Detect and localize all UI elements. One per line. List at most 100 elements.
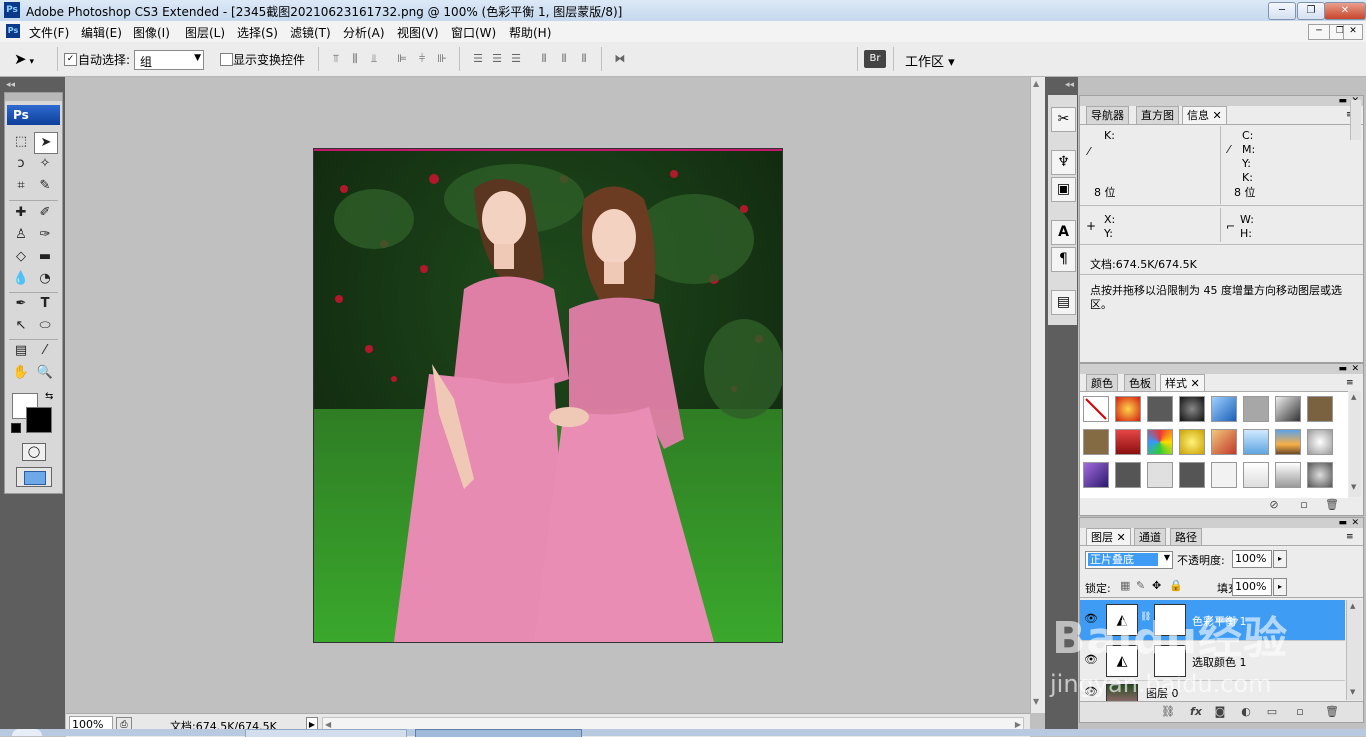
layer-name[interactable]: 图层 0 xyxy=(1146,685,1179,701)
clone-source-icon[interactable]: ▣ xyxy=(1051,177,1076,202)
scroll-down-icon[interactable]: ▼ xyxy=(1350,688,1355,696)
background-color-swatch[interactable] xyxy=(26,407,52,433)
ellipse-tool-icon[interactable]: ⬭ xyxy=(34,316,56,336)
show-transform-checkbox[interactable] xyxy=(220,53,233,66)
close-icon[interactable]: ✕ xyxy=(1113,531,1125,544)
eraser-tool-icon[interactable]: ◇ xyxy=(10,247,32,267)
layer-mask-thumbnail[interactable] xyxy=(1154,604,1186,636)
tab-swatches[interactable]: 色板 xyxy=(1124,374,1156,392)
align-top-icon[interactable]: ⫪ xyxy=(328,52,344,66)
style-swatch[interactable] xyxy=(1211,462,1237,488)
style-swatch[interactable] xyxy=(1115,396,1141,422)
align-vcenter-icon[interactable]: ⫼ xyxy=(347,52,363,66)
tab-info[interactable]: 信息 ✕ xyxy=(1182,106,1227,124)
style-swatch[interactable] xyxy=(1179,462,1205,488)
style-swatch[interactable] xyxy=(1307,396,1333,422)
move-tool-icon[interactable]: ➤ xyxy=(34,132,58,154)
style-swatch[interactable] xyxy=(1307,462,1333,488)
brushes-icon[interactable]: ♆ xyxy=(1051,150,1076,175)
layer-style-icon[interactable]: fx xyxy=(1188,705,1204,719)
style-swatch[interactable] xyxy=(1243,429,1269,455)
path-selection-tool-icon[interactable]: ↖ xyxy=(10,316,32,336)
tab-paths[interactable]: 路径 xyxy=(1170,528,1202,546)
workspace-menu[interactable]: 工作区 ▾ xyxy=(905,51,955,70)
start-button[interactable] xyxy=(12,729,42,736)
menu-edit[interactable]: 编辑(E) xyxy=(81,24,122,41)
paragraph-icon[interactable]: ¶ xyxy=(1051,247,1076,272)
scroll-down-icon[interactable]: ▼ xyxy=(1351,483,1356,491)
style-swatch[interactable] xyxy=(1179,429,1205,455)
clone-stamp-tool-icon[interactable]: ♙ xyxy=(10,225,32,245)
doc-minimize-button[interactable]: ─ xyxy=(1308,24,1330,40)
eyedropper-tool-icon[interactable]: ⁄ xyxy=(34,341,56,361)
menu-window[interactable]: 窗口(W) xyxy=(451,24,496,41)
blend-mode-dropdown[interactable]: 正片叠底 ▼ xyxy=(1085,551,1173,569)
dodge-tool-icon[interactable]: ◔ xyxy=(34,269,56,289)
auto-select-dropdown[interactable]: 组 ▼ xyxy=(134,50,204,70)
hand-tool-icon[interactable]: ✋ xyxy=(10,363,32,383)
crop-tool-icon[interactable]: ⌗ xyxy=(10,176,32,196)
fill-slider-icon[interactable]: ▸ xyxy=(1273,578,1287,596)
eye-icon[interactable]: 👁 xyxy=(1084,612,1098,625)
layer-row[interactable]: 👁 图层 0 xyxy=(1080,680,1345,701)
tool-presets-icon[interactable]: ✂ xyxy=(1051,107,1076,132)
auto-select-checkbox[interactable]: ✓ xyxy=(64,53,77,66)
style-none-swatch[interactable] xyxy=(1083,396,1109,422)
lasso-tool-icon[interactable]: ↄ xyxy=(10,154,32,174)
style-swatch[interactable] xyxy=(1147,396,1173,422)
toolbox-grip[interactable] xyxy=(5,93,62,101)
slice-tool-icon[interactable]: ✎ xyxy=(34,176,56,196)
distribute-bottom-icon[interactable]: ☰ xyxy=(508,52,524,66)
distribute-right-icon[interactable]: ⦀ xyxy=(576,52,592,66)
distribute-left-icon[interactable]: ⦀ xyxy=(536,52,552,66)
minimize-button[interactable]: ─ xyxy=(1268,2,1296,20)
new-style-icon[interactable]: ▫ xyxy=(1296,498,1312,512)
document-image[interactable] xyxy=(313,148,783,643)
move-tool-preset-icon[interactable]: ➤ ▾ xyxy=(14,49,54,69)
style-swatch[interactable] xyxy=(1083,429,1109,455)
notes-tool-icon[interactable]: ▤ xyxy=(10,341,32,361)
adjustment-layer-button-icon[interactable]: ◐ xyxy=(1238,705,1254,719)
style-swatch[interactable] xyxy=(1147,462,1173,488)
style-swatch[interactable] xyxy=(1083,462,1109,488)
menu-analysis[interactable]: 分析(A) xyxy=(343,24,385,41)
menu-view[interactable]: 视图(V) xyxy=(397,24,439,41)
tab-layers[interactable]: 图层 ✕ xyxy=(1086,528,1131,546)
pen-tool-icon[interactable]: ✒ xyxy=(10,294,32,314)
swap-colors-icon[interactable]: ⇆ xyxy=(45,391,53,402)
opacity-input[interactable]: 100% xyxy=(1232,550,1272,568)
collapse-icon[interactable]: ◂◂ xyxy=(6,80,15,90)
clear-style-icon[interactable]: ⊘ xyxy=(1266,498,1282,512)
style-swatch[interactable] xyxy=(1243,396,1269,422)
menu-filter[interactable]: 滤镜(T) xyxy=(290,24,331,41)
layer-mask-thumbnail[interactable] xyxy=(1154,645,1186,677)
layers-scrollbar[interactable]: ▲ ▼ xyxy=(1346,600,1362,700)
menu-layer[interactable]: 图层(L) xyxy=(185,24,225,41)
scroll-up-icon[interactable]: ▲ xyxy=(1351,393,1356,401)
vertical-scrollbar[interactable]: ▲ ▼ xyxy=(1030,77,1045,713)
layer-thumbnail[interactable] xyxy=(1106,684,1138,701)
link-icon[interactable]: ⛓ xyxy=(1140,612,1151,622)
scroll-up-icon[interactable]: ▲ xyxy=(1033,79,1039,88)
panel-close-icon[interactable]: ✕ xyxy=(1351,364,1359,374)
style-swatch[interactable] xyxy=(1307,429,1333,455)
panel-menu-icon[interactable]: ≡ xyxy=(1346,532,1354,542)
link-layers-icon[interactable]: ⛓ xyxy=(1160,705,1176,719)
adjustment-layer-icon[interactable]: ◭ xyxy=(1106,604,1138,636)
distribute-hcenter-icon[interactable]: ⦀ xyxy=(556,52,572,66)
style-swatch[interactable] xyxy=(1275,429,1301,455)
menu-select[interactable]: 选择(S) xyxy=(237,24,278,41)
style-swatch[interactable] xyxy=(1275,462,1301,488)
new-group-icon[interactable]: ▭ xyxy=(1264,705,1280,719)
gradient-tool-icon[interactable]: ▬ xyxy=(34,247,56,267)
tab-histogram[interactable]: 直方图 xyxy=(1136,106,1179,124)
zoom-tool-icon[interactable]: 🔍 xyxy=(34,363,56,383)
auto-align-icon[interactable]: ⧓ xyxy=(612,52,628,66)
menu-file[interactable]: 文件(F) xyxy=(29,24,69,41)
type-tool-icon[interactable]: T xyxy=(34,294,56,314)
eye-icon[interactable]: 👁 xyxy=(1084,685,1098,698)
style-swatch[interactable] xyxy=(1275,396,1301,422)
tab-color[interactable]: 颜色 xyxy=(1086,374,1118,392)
lock-transparent-icon[interactable]: ▦ xyxy=(1120,579,1130,592)
panel-minimize-icon[interactable]: ▬ xyxy=(1338,364,1347,374)
